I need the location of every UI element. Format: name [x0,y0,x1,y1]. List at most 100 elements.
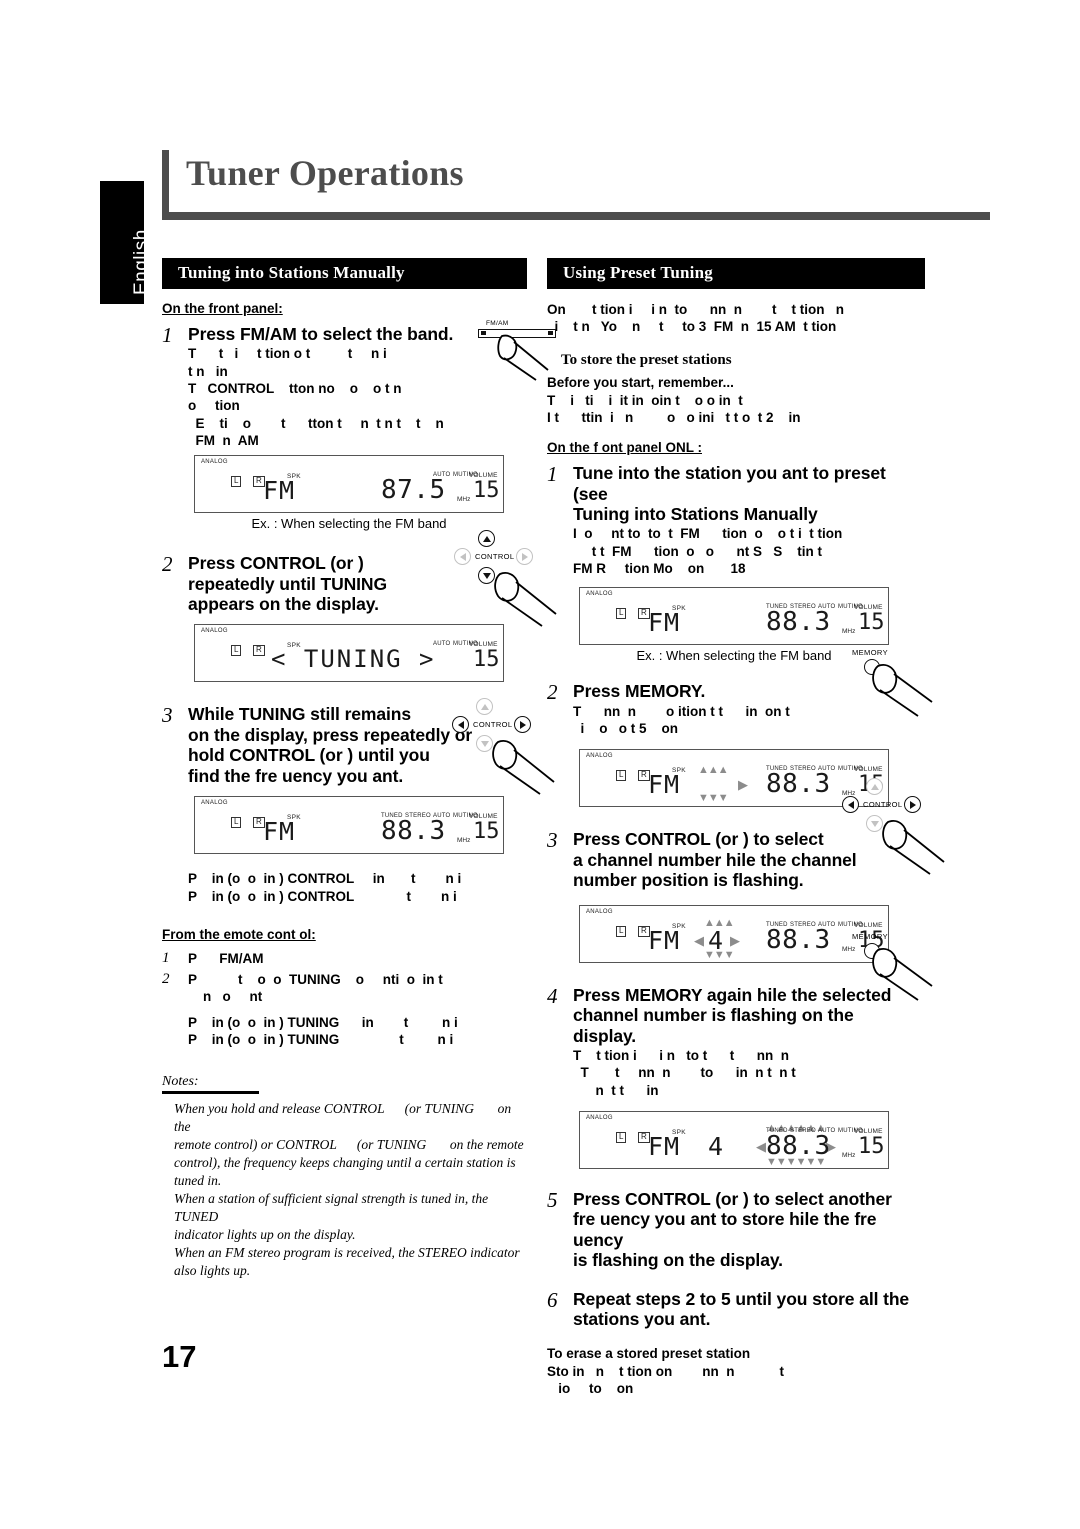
control-pad-label: CONTROL [475,552,515,561]
manual-page: English Tuner Operations Tuning into Sta… [0,0,1080,1529]
control-left-button[interactable] [452,716,469,733]
preset-step-1-number: 1 [547,462,558,487]
remote-step-2-text: P t o o TUNING o nti o in t n o nt [188,972,443,1005]
step-2-number: 2 [162,552,173,577]
step-1-body: T t i t tion o t t n i t n in T CONTROL … [188,346,444,448]
notes-body: When you hold and release CONTROL (or TU… [174,1101,524,1278]
lcd-display-preset-step4: ANALOG L R SPK FM 4 ▲▲▲▲▲▲ ▼▼▼▼▼▼ ◀ ▶ TU… [579,1110,889,1169]
control-up-button[interactable] [478,530,495,547]
preset-step-4-number: 4 [547,983,558,1008]
lcd-channel-number: 4 [708,1131,724,1161]
lcd-right-channel-icon: R [253,645,265,657]
language-tab-label: English [131,229,152,295]
remote-step-2-number: 2 [162,971,170,988]
finger-pointer-icon [882,820,945,875]
before-you-start-label: Before you start, remember... [547,374,734,390]
control-left-button[interactable] [842,796,859,813]
remote-control-label: From the emote cont ol: [162,926,316,942]
press-fragment-2: P in (o o in ) CONTROL t n i [188,888,457,904]
lcd-display-step2: ANALOG L R SPK < TUNING > AUTO MUTING VO… [194,624,504,683]
remote-step-1-number: 1 [162,949,170,966]
flash-starburst-left-icon: ◀ [756,1138,766,1154]
remote-step-1: 1 P FM/AM [162,950,527,967]
erase-preset-body: Sto in n t tion on nn n t io to on [547,1363,784,1396]
lcd-tuning-text: < TUNING > [271,645,436,674]
remote-fragments: P in (o o in ) TUNING in t n i P in (o o… [162,1014,527,1049]
notes-label: Notes: [162,1074,259,1095]
lcd-frequency: 87.5 [381,475,446,506]
preset-step-6-heading: Repeat steps 2 to 5 until you store all … [573,1288,910,1330]
finger-pointer-icon [497,334,549,381]
page-title: Tuner Operations [186,153,464,193]
preset-step-3-number: 3 [547,828,558,853]
lcd-left-channel-icon: L [616,1131,627,1143]
lcd-left-channel-icon: L [616,925,627,937]
lcd-unit-label: MHz [457,496,471,504]
fmam-button-label: FM/AM [486,320,509,327]
lcd-display-preset-step3: ANALOG L R SPK FM 4 ▲▲▲ ▼▼▼ ◀ ▶ TUNED ST… [579,904,889,963]
preset-step-6-number: 6 [547,1287,558,1312]
lcd-analog-label: ANALOG [586,1114,613,1121]
erase-preset-heading: To erase a stored preset station [547,1345,751,1361]
preset-step-6: 6 Repeat steps 2 to 5 until you store al… [547,1287,925,1330]
notes-block: Notes: When you hold and release CONTROL… [162,1072,527,1280]
control-right-button[interactable] [904,796,921,813]
finger-pointer-icon [872,948,933,1001]
flash-starburst-bottom-icon: ▼▼▼ [698,792,729,805]
memory-button-label: MEMORY [852,648,889,657]
preset-step-2: 2 Press MEMORY. T nn n o ition t t in on… [547,680,925,737]
lcd-unit-label: MHz [457,837,471,845]
flash-starburst-right-icon: ▶ [730,932,740,948]
press-fragment-1: P in (o o in ) CONTROL in t n i [188,871,462,887]
finger-pointer-icon [872,664,933,717]
step-3-number: 3 [162,703,173,728]
front-panel-label: On the front panel: [162,301,283,316]
lcd-left-channel-icon: L [231,817,242,829]
control-left-button[interactable] [454,548,471,565]
lcd-channel-number: 4 [708,925,724,955]
preset-step-1-body: I o nt to to t FM tion o o t i t tion t … [573,526,843,576]
lcd-volume-value: 15 [473,819,500,845]
flash-starburst-top-icon: ▲▲▲ [698,764,729,777]
lcd-analog-label: ANALOG [201,459,228,466]
remote-fragment-2: P in (o o in ) TUNING t n i [188,1031,454,1047]
section-heading-preset-tuning: Using Preset Tuning [547,258,925,289]
control-up-button[interactable] [476,698,493,715]
lcd-unit-label: MHz [842,628,856,636]
lcd-caption-preset-step1: Ex. : When selecting the FM band [636,648,832,664]
lcd-band-text: FM [648,1131,681,1161]
lcd-frequency: 88.3 [766,607,831,638]
lcd-analog-label: ANALOG [201,628,228,635]
page-header: Tuner Operations [162,150,990,228]
control-up-button[interactable] [866,778,883,795]
page-number: 17 [162,1339,197,1374]
lcd-analog-label: ANALOG [586,908,613,915]
control-pad-label: CONTROL [863,800,903,809]
memory-button-label: MEMORY [852,932,889,941]
lcd-band-text: FM [263,817,296,847]
lcd-analog-label: ANALOG [586,591,613,598]
control-right-button[interactable] [516,548,533,565]
control-pad-art-step2: CONTROL [450,530,557,627]
lcd-band-text: FM [648,770,681,800]
lcd-frequency: 88.3 [381,816,446,847]
preset-step-5-heading: Press CONTROL (or ) to select another fr… [573,1188,892,1271]
preset-step-5-number: 5 [547,1187,558,1212]
flash-starburst-right-icon: ▶ [738,777,748,793]
preset-step-4-body: T t tion i i n to t t nn n T t nn n to i… [573,1048,796,1098]
lcd-band-text: FM [263,476,296,506]
preset-step-1-heading: Tune into the station you ant to preset … [573,463,886,524]
lcd-auto-indicator: AUTO [433,641,451,648]
lcd-unit-label: MHz [842,945,856,953]
language-tab: English [100,181,152,304]
lcd-band-text: FM [648,925,681,955]
preset-step-1: 1 Tune into the station you ant to prese… [547,462,925,577]
control-right-button[interactable] [514,716,531,733]
lcd-volume-value: 15 [473,647,500,673]
preset-step-3-heading: Press CONTROL (or ) to select a channel … [573,829,857,891]
lcd-volume-value: 15 [858,1133,885,1159]
step-1-heading: Press FM/AM to select the band. [188,324,454,344]
lcd-left-channel-icon: L [616,608,627,620]
lcd-left-channel-icon: L [231,645,242,657]
lcd-band-text: FM [648,608,681,638]
